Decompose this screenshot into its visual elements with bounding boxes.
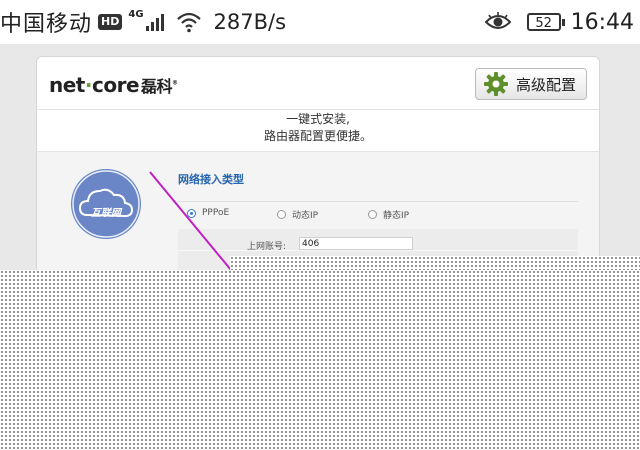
network-type: 4G <box>128 8 144 20</box>
tagline: 一键式安装, 路由器配置更便捷。 <box>37 111 599 145</box>
eye-icon <box>484 12 511 29</box>
status-left: 中国移动 HD 4G 287B/s <box>0 6 286 38</box>
signal-icon <box>145 13 166 31</box>
dotted-overlay <box>0 270 640 450</box>
router-setup-card: net·core 磊科® 高级配置 一键式安装, 路由器配置更便捷。 互联网 网… <box>36 56 600 272</box>
carrier-name: 中国移动 <box>0 12 93 37</box>
account-label: 上网账号: <box>247 242 287 252</box>
radio-button[interactable] <box>368 210 377 219</box>
card-header: net·core 磊科® 高级配置 <box>37 57 599 110</box>
wifi-icon <box>176 12 201 33</box>
radio-static-ip-label: 静态IP <box>383 211 410 221</box>
advanced-config-button[interactable]: 高级配置 <box>475 68 587 100</box>
radio-button[interactable] <box>277 210 286 219</box>
radio-button-selected[interactable] <box>187 208 196 218</box>
account-input[interactable] <box>299 237 413 250</box>
clock-time: 16:44 <box>570 9 634 35</box>
status-right: 52 16:44 <box>484 6 634 38</box>
tagline-line-2: 路由器配置更便捷。 <box>263 129 372 143</box>
hd-badge: HD <box>98 14 123 30</box>
connection-type-title: 网络接入类型 <box>178 173 244 186</box>
radio-dynamic-ip-label: 动态IP <box>292 211 319 221</box>
dotted-overlay-step <box>230 256 640 270</box>
battery-icon: 52 <box>526 13 565 31</box>
network-speed: 287B/s <box>213 10 287 34</box>
internet-label: 互联网 <box>91 208 121 219</box>
form-row-separator <box>178 250 578 251</box>
internet-cloud-icon: 互联网 <box>71 169 141 239</box>
radio-pppoe-label: PPPoE <box>202 208 230 218</box>
section-divider <box>178 201 578 202</box>
radio-pppoe[interactable]: PPPoE <box>187 208 229 218</box>
tagline-line-1: 一键式安装, <box>286 112 350 126</box>
status-bar: 中国移动 HD 4G 287B/s 52 16:44 <box>0 0 640 44</box>
gear-icon <box>484 72 508 96</box>
advanced-config-label: 高级配置 <box>516 75 577 94</box>
radio-static-ip[interactable]: 静态IP <box>368 208 409 221</box>
radio-dynamic-ip[interactable]: 动态IP <box>277 208 318 221</box>
netcore-logo: net·core 磊科® <box>49 73 178 97</box>
